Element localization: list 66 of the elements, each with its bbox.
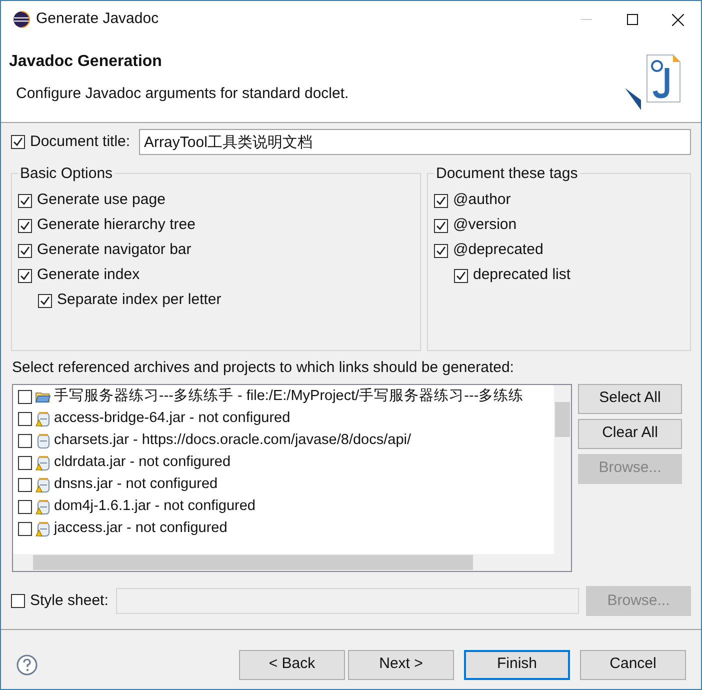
dialog-button[interactable]: Finish (464, 650, 570, 680)
checkbox-label: @author (453, 190, 511, 210)
vertical-scrollbar[interactable] (554, 384, 571, 554)
checkbox[interactable] (18, 434, 32, 448)
dialog-button[interactable]: Cancel (580, 650, 686, 680)
checkbox-label: deprecated list (473, 265, 571, 286)
checkbox[interactable] (454, 268, 468, 282)
jar-warning-icon (35, 410, 51, 426)
archive-item[interactable]: dom4j-1.6.1.jar - not configured (18, 496, 554, 518)
archive-item[interactable]: access-bridge-64.jar - not configured (18, 408, 554, 430)
header-description: Configure Javadoc arguments for standard doclet. (15, 84, 350, 104)
archive-label: jaccess.jar - not configured (54, 518, 228, 538)
dialog-button[interactable]: Select All (578, 384, 682, 414)
help-icon[interactable] (16, 654, 38, 676)
dialog-button[interactable]: < Back (239, 650, 345, 680)
header-title: Javadoc Generation (9, 52, 163, 72)
archive-item[interactable]: dnsns.jar - not configured (18, 474, 554, 496)
checkbox-label: Generate index (37, 265, 140, 286)
checkbox[interactable] (18, 194, 32, 208)
checkbox[interactable] (38, 294, 52, 308)
document-title-label: Document title: (30, 132, 130, 152)
dialog-button[interactable]: Next > (348, 650, 454, 680)
archive-label: charsets.jar - https://docs.oracle.com/javase/8/docs/api/ (54, 430, 412, 450)
archive-label: dom4j-1.6.1.jar - not configured (54, 496, 256, 516)
checkbox[interactable] (18, 390, 32, 404)
checkbox-label: @version (453, 215, 517, 236)
checkbox[interactable] (18, 478, 32, 492)
dialog-button[interactable]: Clear All (578, 418, 682, 448)
document-title-field[interactable]: ArrayTool工具类说明文档 (139, 129, 691, 155)
checkbox-label: @deprecated (453, 240, 544, 260)
checkbox-label: Generate use page (37, 190, 166, 210)
archive-label: 手写服务器练习---多练练手 - file:/E:/MyProject/手写服务器练习---多练练 (54, 386, 524, 406)
app-icon (13, 11, 30, 28)
jar-warning-icon (35, 454, 51, 470)
checkbox[interactable] (18, 244, 32, 258)
style-sheet-label: Style sheet: (30, 590, 108, 611)
checkbox[interactable] (18, 500, 32, 514)
jar-icon (35, 432, 51, 448)
archive-label: access-bridge-64.jar - not configured (54, 408, 290, 428)
jar-warning-icon (35, 476, 51, 492)
archive-item[interactable]: 手写服务器练习---多练练手 - file:/E:/MyProject/手写服务器练习---多练练 (18, 386, 554, 408)
window-title: Generate Javadoc (36, 9, 159, 30)
checkbox-label: Generate hierarchy tree (37, 215, 196, 236)
checkbox[interactable] (434, 218, 448, 232)
archive-item[interactable]: cldrdata.jar - not configured (18, 452, 554, 474)
checkbox[interactable] (18, 412, 32, 426)
checkbox[interactable] (18, 218, 32, 232)
checkbox[interactable] (11, 135, 25, 149)
checkbox[interactable] (434, 244, 448, 258)
style-sheet-field[interactable] (116, 588, 579, 614)
jar-warning-icon (35, 498, 51, 514)
checkbox[interactable] (18, 456, 32, 470)
archive-label: cldrdata.jar - not configured (54, 452, 231, 472)
checkbox[interactable] (11, 594, 25, 608)
checkbox-label: Generate navigator bar (37, 240, 192, 260)
archive-item[interactable]: charsets.jar - https://docs.oracle.com/javase/8/docs/api/ (18, 430, 554, 452)
jar-warning-icon (35, 520, 51, 536)
checkbox[interactable] (18, 268, 32, 282)
horizontal-scrollbar[interactable] (13, 554, 571, 570)
checkbox-label: Separate index per letter (57, 290, 222, 310)
checkbox[interactable] (434, 194, 448, 208)
close-icon[interactable] (672, 14, 684, 26)
archive-item[interactable]: jaccess.jar - not configured (18, 518, 554, 540)
archives-label: Select referenced archives and projects to which links should be generated: (11, 358, 515, 378)
archive-label: dnsns.jar - not configured (54, 474, 218, 494)
checkbox[interactable] (18, 522, 32, 536)
